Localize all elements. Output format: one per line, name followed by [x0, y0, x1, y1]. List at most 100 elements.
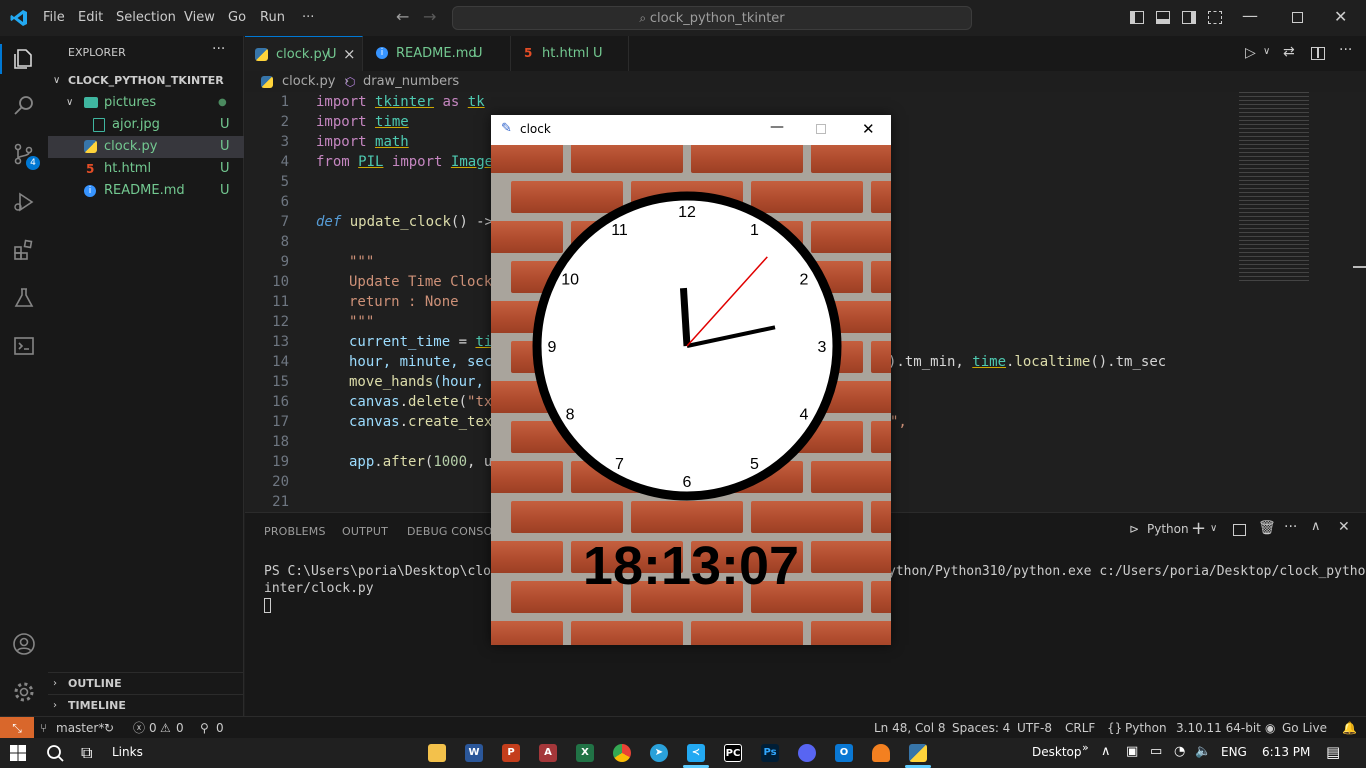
vscode-taskbar-icon[interactable]: ≺	[687, 744, 705, 762]
close-tab-icon[interactable]: ×	[343, 37, 356, 72]
indentation[interactable]: Spaces: 4	[952, 717, 1010, 739]
chrome-icon[interactable]	[613, 744, 631, 762]
line-ending[interactable]: CRLF	[1065, 717, 1095, 739]
tab-ht-html[interactable]: 5 ht.html U	[511, 36, 629, 71]
error-count[interactable]: 0	[149, 717, 157, 739]
telegram-icon[interactable]: ➤	[650, 744, 668, 762]
task-view-icon[interactable]: ⧉	[81, 743, 92, 763]
python-app-icon[interactable]	[909, 744, 927, 762]
menu-go[interactable]: Go	[228, 10, 246, 25]
tab-problems[interactable]: PROBLEMS	[264, 525, 326, 538]
maximize-panel-icon[interactable]: ∧	[1311, 519, 1321, 534]
powerpoint-icon[interactable]: P	[502, 744, 520, 762]
split-editor-icon[interactable]	[1311, 47, 1325, 60]
toggle-sidebar-icon[interactable]	[1130, 11, 1144, 24]
word-icon[interactable]: W	[465, 744, 483, 762]
branch-status[interactable]: master*	[56, 717, 104, 739]
extensions-icon[interactable]	[12, 238, 36, 262]
encoding[interactable]: UTF-8	[1017, 717, 1052, 739]
language-indicator[interactable]: ENG	[1221, 745, 1247, 759]
clock-window-titlebar[interactable]: ✎ clock — ✕	[491, 115, 891, 145]
customize-layout-icon[interactable]	[1208, 11, 1222, 24]
python-interpreter[interactable]: 3.10.11 64-bit	[1176, 717, 1261, 739]
shell-label[interactable]: Python	[1147, 522, 1189, 536]
cloudflare-icon[interactable]	[872, 744, 890, 762]
forward-arrow-icon[interactable]: →	[423, 7, 436, 26]
minimize-icon[interactable]: —	[1242, 6, 1258, 25]
tree-item-pictures[interactable]: ∨ pictures ●	[48, 92, 244, 114]
remote-indicator-icon[interactable]: ⤡	[0, 717, 34, 739]
cursor-position[interactable]: Ln 48, Col 8	[874, 717, 946, 739]
language-mode[interactable]: Python	[1125, 717, 1167, 739]
discord-icon[interactable]	[798, 744, 816, 762]
sync-icon[interactable]: ↻	[104, 717, 114, 739]
excel-icon[interactable]: X	[576, 744, 594, 762]
access-icon[interactable]: A	[539, 744, 557, 762]
desktop-toolbar[interactable]: Desktop	[1032, 745, 1082, 759]
timeline-section[interactable]: › TIMELINE	[48, 694, 244, 716]
restore-icon[interactable]	[1292, 12, 1303, 23]
run-python-icon[interactable]: ▷	[1245, 45, 1256, 61]
menu-edit[interactable]: Edit	[78, 10, 103, 25]
close-icon[interactable]: ✕	[862, 120, 875, 138]
gear-icon[interactable]	[12, 680, 36, 704]
pycharm-icon[interactable]: PC	[724, 744, 742, 762]
minimap[interactable]	[1239, 92, 1309, 282]
command-center-search[interactable]: ⌕ clock_python_tkinter	[452, 6, 972, 30]
explorer-icon[interactable]	[12, 47, 36, 71]
volume-icon[interactable]: 🔈	[1195, 744, 1211, 759]
terminal-output[interactable]: PS C:\Users\poria\Desktop\clock_p	[264, 563, 522, 580]
more-actions-icon[interactable]: ···	[1284, 519, 1297, 535]
explorer-more-icon[interactable]: ···	[212, 41, 225, 57]
notification-center-icon[interactable]: ▤	[1326, 743, 1340, 761]
close-window-icon[interactable]: ✕	[1334, 7, 1347, 26]
clock-time[interactable]: 6:13 PM	[1262, 745, 1310, 759]
search-icon[interactable]	[12, 94, 36, 118]
tray-app-icon[interactable]: ▣	[1126, 744, 1138, 759]
menu-selection[interactable]: Selection	[116, 10, 176, 25]
file-explorer-icon[interactable]	[428, 744, 446, 762]
breadcrumb-file[interactable]: clock.py	[282, 71, 335, 93]
tab-clock-py[interactable]: clock.py U ×	[245, 36, 363, 71]
taskbar-search-icon[interactable]	[46, 744, 64, 762]
chevron-down-icon[interactable]: ∨	[1263, 46, 1270, 57]
trash-icon[interactable]: 🗑	[1258, 520, 1276, 536]
tree-item-ajor[interactable]: ajor.jpg U	[48, 114, 244, 136]
account-icon[interactable]	[12, 632, 36, 656]
menu-view[interactable]: View	[184, 10, 215, 25]
scrollbar-thumb[interactable]	[1353, 266, 1366, 268]
chevron-double-icon[interactable]: »	[1082, 741, 1089, 754]
chevron-down-icon[interactable]: ∨	[1210, 523, 1217, 534]
photoshop-icon[interactable]: Ps	[761, 744, 779, 762]
tab-readme[interactable]: i README.md U	[363, 36, 511, 71]
outline-section[interactable]: › OUTLINE	[48, 672, 244, 694]
maximize-icon[interactable]	[816, 124, 826, 134]
new-terminal-icon[interactable]: +	[1191, 518, 1206, 539]
testing-flask-icon[interactable]	[12, 286, 36, 310]
run-debug-icon[interactable]	[12, 190, 36, 214]
breadcrumb-symbol[interactable]: draw_numbers	[363, 71, 459, 93]
menu-run[interactable]: Run	[260, 10, 285, 25]
windows-start-icon[interactable]	[10, 745, 26, 761]
folder-root[interactable]: ∨ CLOCK_PYTHON_TKINTER	[48, 70, 244, 92]
tray-chevron-up-icon[interactable]: ∧	[1101, 744, 1111, 759]
tree-item-readme[interactable]: i README.md U	[48, 180, 244, 202]
links-toolbar[interactable]: Links	[112, 745, 143, 759]
tree-item-clock[interactable]: clock.py U	[48, 136, 244, 158]
go-live-button[interactable]: Go Live	[1282, 717, 1327, 739]
outlook-icon[interactable]: O	[835, 744, 853, 762]
menu-more[interactable]: ···	[302, 10, 314, 25]
terminal-icon[interactable]	[12, 334, 36, 358]
wifi-icon[interactable]: ◔	[1174, 744, 1185, 759]
compare-changes-icon[interactable]: ⇄	[1283, 44, 1295, 60]
close-panel-icon[interactable]: ✕	[1338, 519, 1350, 535]
more-actions-icon[interactable]: ···	[1339, 42, 1352, 58]
back-arrow-icon[interactable]: ←	[396, 7, 409, 26]
minimize-icon[interactable]: —	[770, 119, 784, 135]
split-terminal-icon[interactable]	[1233, 524, 1246, 536]
tab-output[interactable]: OUTPUT	[342, 525, 388, 538]
ports-count[interactable]: 0	[216, 717, 224, 739]
toggle-secondary-sidebar-icon[interactable]	[1182, 11, 1196, 24]
toggle-panel-icon[interactable]	[1156, 11, 1170, 24]
notifications-bell-icon[interactable]: 🔔	[1342, 717, 1357, 739]
